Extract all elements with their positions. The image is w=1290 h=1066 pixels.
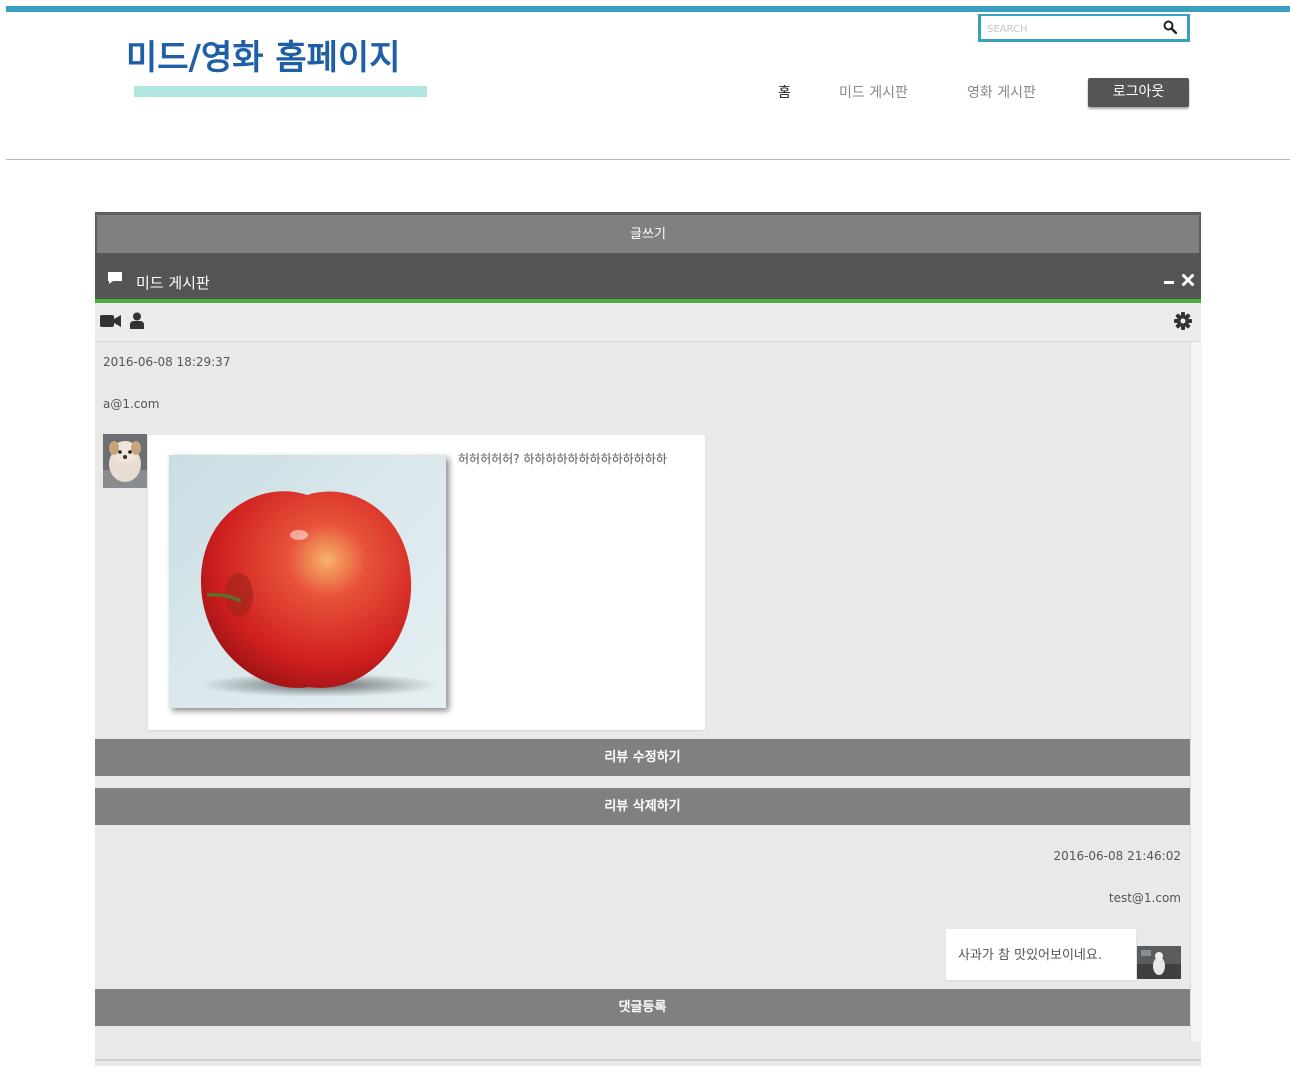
user-icon[interactable] [130,312,144,329]
post-date: 2016-06-08 18:29:37 [103,355,231,369]
logout-button[interactable]: 로그아웃 [1088,78,1189,107]
board-title: 미드 게시판 [136,274,210,292]
chat-icon [108,272,122,284]
edit-review-button[interactable]: 리뷰 수정하기 [95,739,1190,776]
post-body-text: 허허허허허? 하하하하하하하하하하하하하 [458,452,667,466]
search-box[interactable] [978,14,1190,42]
nav-home-link[interactable]: 홈 [778,82,791,102]
site-title[interactable]: 미드/영화 홈페이지 [126,30,401,79]
gear-icon[interactable] [1174,312,1192,330]
search-icon[interactable] [1163,20,1177,34]
scrollbar[interactable] [1190,342,1202,1042]
avatar [103,434,147,488]
comment-author-email: test@1.com [1108,891,1181,905]
comment-text: 사과가 참 맛있어보이네요. [958,948,1102,963]
delete-review-button[interactable]: 리뷰 삭제하기 [95,788,1190,825]
post-author-email: a@1.com [103,397,160,411]
comment-bubble: 사과가 참 맛있어보이네요. [946,929,1136,980]
close-icon[interactable] [1182,274,1194,286]
video-camera-icon[interactable] [100,314,122,328]
minimize-icon[interactable] [1164,274,1174,286]
bottom-divider [95,1059,1201,1061]
post-card: 허허허허허? 하하하하하하하하하하하하하 [148,435,705,730]
nav-movie-board-link[interactable]: 영화 게시판 [967,82,1036,102]
title-underline [134,86,427,97]
nav-mid-board-link[interactable]: 미드 게시판 [839,82,908,102]
post-image [169,455,446,708]
header-divider [6,159,1290,160]
board-header: 미드 게시판 [95,253,1201,299]
search-input[interactable] [987,21,1157,37]
board-toolbar [95,303,1201,342]
submit-comment-button[interactable]: 댓글등록 [95,989,1190,1026]
write-post-button[interactable]: 글쓰기 [95,212,1201,253]
avatar [1137,946,1181,979]
top-accent-bar [6,6,1290,12]
comment-date: 2016-06-08 21:46:02 [1053,849,1181,863]
